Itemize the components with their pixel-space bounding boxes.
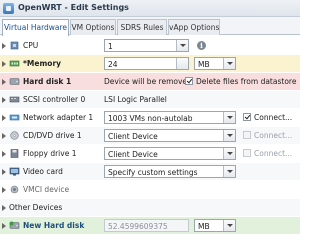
expand-floppy-icon[interactable]: [2, 151, 6, 157]
tab-vm-options[interactable]: VM Options: [70, 19, 116, 35]
scsi-controller-value: LSI Logic Parallel: [104, 95, 167, 104]
network-adapter-row: Network adapter 1 1003 VMs non-autolab C…: [0, 109, 300, 126]
expand-new-disk-icon[interactable]: [2, 223, 6, 229]
cpu-row: CPU 1 i: [0, 37, 300, 54]
vmci-device-icon: [10, 185, 19, 194]
new-disk-size-input[interactable]: 52.4599609375: [104, 219, 189, 232]
expand-hard-disk-icon[interactable]: [2, 79, 6, 85]
expand-network-icon[interactable]: [2, 115, 6, 121]
network-connect-label: Connect...: [254, 113, 293, 122]
network-adapter-icon: [9, 114, 20, 121]
expand-other-devices-icon[interactable]: [2, 205, 6, 211]
new-disk-unit: MB: [198, 222, 210, 231]
network-connect-checkbox[interactable]: [243, 113, 251, 121]
expand-cpu-icon[interactable]: [2, 43, 6, 49]
memory-unit: MB: [198, 60, 210, 69]
video-card-label: Video card: [23, 167, 63, 176]
network-adapter-label: Network adapter 1: [23, 113, 94, 122]
chevron-down-icon[interactable]: [223, 130, 235, 141]
memory-input[interactable]: 24: [104, 57, 189, 70]
expand-video-icon[interactable]: [2, 169, 6, 175]
cpu-icon: [10, 41, 19, 50]
title-bar: OpenWRT - Edit Settings: [0, 0, 300, 17]
chevron-down-icon[interactable]: [223, 220, 235, 231]
floppy-connect-checkbox[interactable]: [243, 149, 251, 157]
floppy-value: Client Device: [108, 150, 158, 159]
memory-dropdown-icon[interactable]: [176, 58, 188, 69]
new-hard-disk-label: New Hard disk: [23, 221, 85, 230]
chevron-down-icon[interactable]: [223, 112, 235, 123]
cddvd-select[interactable]: Client Device: [104, 129, 236, 142]
cpu-label: CPU: [23, 41, 39, 50]
memory-label: *Memory: [23, 59, 62, 68]
hard-disk-removed-status: Device will be removed: [104, 77, 192, 86]
network-value: 1003 VMs non-autolab: [108, 114, 193, 123]
video-card-row: Video card Specify custom settings: [0, 163, 300, 180]
other-devices-label: Other Devices: [9, 203, 63, 212]
memory-value: 24: [108, 60, 118, 69]
chevron-down-icon[interactable]: [223, 58, 235, 69]
vmci-row: VMCI device: [0, 181, 300, 198]
tab-bar: Virtual Hardware VM Options SDRS Rules v…: [0, 17, 300, 36]
hard-disk-icon: [9, 78, 20, 85]
info-icon[interactable]: i: [197, 41, 206, 50]
memory-icon: [9, 60, 20, 67]
vmci-label: VMCI device: [23, 185, 70, 194]
floppy-row: Floppy drive 1 Client Device Connect...: [0, 145, 300, 162]
chevron-down-icon[interactable]: [223, 148, 235, 159]
hard-disk-1-row: Hard disk 1 Device will be removed Delet…: [0, 73, 300, 90]
cddvd-connect-checkbox[interactable]: [243, 131, 251, 139]
video-card-value: Specify custom settings: [108, 168, 198, 177]
video-card-select[interactable]: Specify custom settings: [104, 165, 236, 178]
memory-row: *Memory 24 MB: [0, 55, 300, 72]
new-hard-disk-row: New Hard disk 52.4599609375 MB: [0, 217, 300, 234]
video-card-icon: [9, 167, 20, 176]
network-select[interactable]: 1003 VMs non-autolab: [104, 111, 236, 124]
cddvd-row: CD/DVD drive 1 Client Device Connect...: [0, 127, 300, 144]
tab-virtual-hardware[interactable]: Virtual Hardware: [2, 19, 69, 36]
expand-memory-icon[interactable]: [2, 61, 6, 67]
cddvd-connect-label: Connect...: [254, 131, 293, 140]
scsi-controller-label: SCSI controller 0: [23, 95, 86, 104]
cddvd-value: Client Device: [108, 132, 158, 141]
chevron-down-icon[interactable]: [176, 40, 188, 51]
cddvd-label: CD/DVD drive 1: [23, 131, 82, 140]
vm-app-icon: [3, 3, 14, 14]
expand-vmci-icon[interactable]: [2, 187, 6, 193]
new-disk-size-value: 52.4599609375: [108, 222, 168, 231]
scsi-controller-row: SCSI controller 0 LSI Logic Parallel: [0, 91, 300, 108]
new-disk-unit-select[interactable]: MB: [194, 219, 236, 232]
scsi-controller-icon: [9, 96, 20, 103]
floppy-connect-label: Connect...: [254, 149, 293, 158]
expand-scsi-icon[interactable]: [2, 97, 6, 103]
chevron-down-icon[interactable]: [223, 166, 235, 177]
floppy-icon: [10, 149, 19, 158]
floppy-label: Floppy drive 1: [23, 149, 77, 158]
other-devices-row: Other Devices: [0, 199, 300, 216]
floppy-select[interactable]: Client Device: [104, 147, 236, 160]
delete-files-label: Delete files from datastore: [196, 77, 297, 86]
tab-sdrs-rules[interactable]: SDRS Rules: [117, 19, 167, 35]
memory-unit-select[interactable]: MB: [194, 57, 236, 70]
window-title: OpenWRT - Edit Settings: [18, 3, 129, 12]
expand-cddvd-icon[interactable]: [2, 133, 6, 139]
cddvd-icon: [10, 131, 19, 140]
cpu-select[interactable]: 1: [104, 39, 189, 52]
hard-disk-1-label: Hard disk 1: [23, 77, 72, 86]
tab-vapp-options[interactable]: vApp Options: [168, 19, 220, 35]
cpu-value: 1: [108, 42, 113, 51]
delete-files-checkbox[interactable]: [185, 77, 193, 85]
new-hard-disk-icon: [9, 221, 20, 229]
